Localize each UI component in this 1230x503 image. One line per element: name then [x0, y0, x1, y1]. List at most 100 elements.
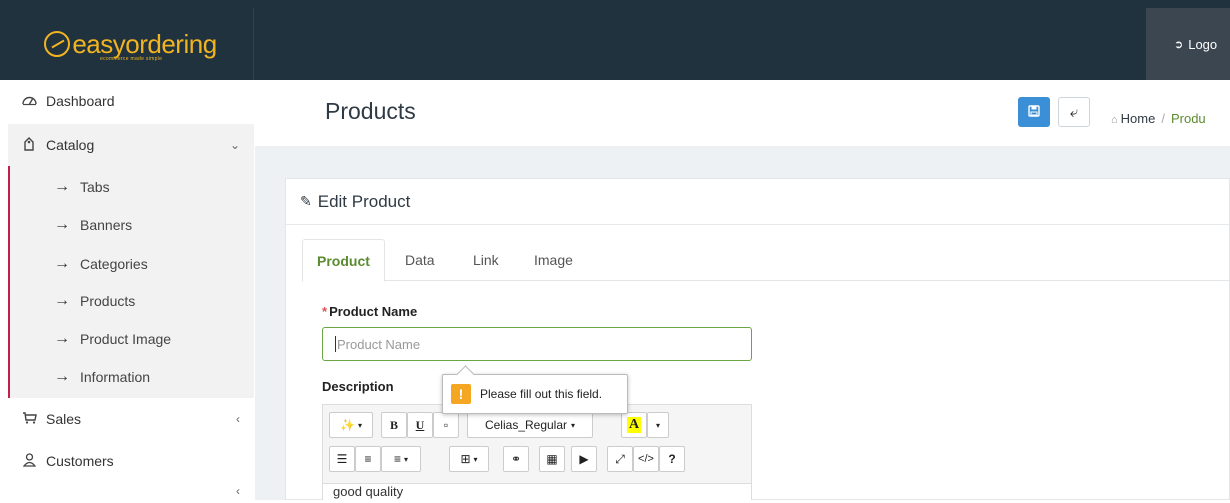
arrow-right-icon: → [54, 255, 70, 272]
link-button[interactable]: ⚭ [503, 446, 529, 472]
logout-button[interactable]: ➲ Logo [1146, 8, 1230, 80]
video-button[interactable]: ▶ [571, 446, 597, 472]
sidebar-subitem-label: Categories [80, 256, 148, 272]
underline-button[interactable]: U [407, 412, 433, 438]
code-view-button[interactable]: </> [633, 446, 659, 472]
card-title: Edit Product [317, 191, 411, 211]
sidebar-item-catalog[interactable]: Catalog ⌄ [8, 124, 254, 166]
sidebar-item-label: Customers [46, 453, 114, 469]
picture-button[interactable]: ▦ [539, 446, 565, 472]
table-dropdown[interactable]: ⊞ ▾ [449, 446, 489, 472]
sidebar-subitem-categories[interactable]: → Categories [10, 245, 254, 283]
tab-image[interactable]: Image [534, 239, 573, 281]
tag-icon [20, 136, 38, 154]
text-color-dropdown[interactable]: ▾ [647, 412, 669, 438]
fullscreen-button[interactable]: ⤢ [607, 446, 633, 472]
arrow-right-icon: → [54, 216, 70, 233]
sidebar-subitem-label: Banners [80, 217, 133, 233]
tab-bar: Product Data Link Image [302, 239, 1230, 282]
product-name-label-text: Product Name [329, 304, 418, 319]
chevron-down-icon: ⌄ [229, 138, 240, 152]
paragraph-dropdown[interactable]: ≡ ▾ [381, 446, 421, 472]
logo[interactable]: easyordering [44, 29, 217, 59]
sidebar-subitem-label: Tabs [80, 179, 110, 195]
page-title: Products [325, 98, 416, 124]
logo-text: easyordering [72, 29, 217, 59]
arrow-right-icon: → [54, 330, 70, 347]
required-marker: * [322, 304, 328, 319]
description-editor-body[interactable]: good quality [323, 483, 751, 503]
sidebar-subitem-information[interactable]: → Information [10, 358, 254, 396]
magic-wand-dropdown[interactable]: ✨ ▾ [329, 412, 373, 438]
sidebar-subitem-product-image[interactable]: → Product Image [10, 320, 254, 358]
text-color-letter: A [626, 417, 642, 433]
sidebar-item-customers[interactable]: Customers [8, 440, 254, 482]
sidebar: Dashboard Catalog ⌄ → Tabs → Banners → C… [8, 80, 254, 500]
link-icon: ⚭ [510, 452, 522, 466]
caret-down-icon: ▾ [357, 420, 362, 430]
sidebar-item-sales[interactable]: Sales ‹ [8, 398, 254, 440]
sidebar-item-label: Dashboard [46, 93, 115, 109]
sidebar-subitem-label: Products [80, 293, 136, 309]
catalog-section: Catalog ⌄ → Tabs → Banners → Categories … [8, 124, 254, 398]
video-icon: ▶ [579, 452, 589, 466]
chevron-left-icon: ‹ [236, 412, 240, 426]
page-header: Products ⤶ ⌂ Home / Produ [255, 80, 1230, 146]
sidebar-item-label: Sales [46, 411, 82, 427]
tab-link[interactable]: Link [473, 239, 499, 281]
card-header: ✎ Edit Product [286, 179, 1230, 225]
breadcrumb-separator: / [1161, 111, 1165, 126]
arrow-right-icon: → [54, 178, 70, 195]
dashboard-icon [20, 94, 38, 109]
sidebar-item-label: Catalog [46, 137, 95, 153]
bold-button[interactable]: B [381, 412, 407, 438]
product-name-label: * Product Name [322, 304, 417, 319]
home-icon: ⌂ [1111, 114, 1118, 126]
caret-down-icon: ▾ [655, 420, 660, 430]
pencil-icon: ✎ [300, 193, 312, 209]
logout-label: Logo [1188, 36, 1218, 52]
save-button[interactable] [1018, 97, 1050, 127]
text-caret [335, 336, 336, 352]
eraser-icon: ▫ [443, 418, 449, 432]
product-name-input[interactable]: Product Name [322, 327, 752, 361]
cart-icon [20, 411, 38, 427]
text-color-button[interactable]: A [621, 412, 647, 438]
reply-arrow-icon: ⤶ [1069, 103, 1079, 121]
validation-message: Please fill out this field. [480, 387, 603, 401]
chevron-left-icon: ‹ [236, 484, 240, 498]
align-icon: ≡ [393, 452, 401, 466]
description-editor: ✨ ▾ B U ▫ Celias_Regular ▾ A ▾ ☰ ≡ ≡ ▾ ⊞ ▾ ⚭… [322, 404, 752, 503]
logo-mark-icon [44, 31, 71, 57]
tab-product[interactable]: Product [302, 239, 385, 282]
description-label: Description [322, 379, 394, 394]
eraser-button[interactable]: ▫ [433, 412, 459, 438]
caret-down-icon: ▾ [404, 454, 409, 464]
bullet-list-icon: ☰ [336, 452, 348, 466]
numbered-list-icon: ≡ [364, 452, 372, 466]
sidebar-subitem-tabs[interactable]: → Tabs [10, 168, 254, 206]
breadcrumb: ⌂ Home / Produ [1111, 111, 1206, 126]
picture-icon: ▦ [546, 452, 558, 466]
sidebar-item-dashboard[interactable]: Dashboard [8, 80, 254, 122]
product-name-placeholder: Product Name [337, 336, 421, 352]
magic-wand-icon: ✨ [340, 418, 355, 432]
validation-tooltip: ! Please fill out this field. [442, 374, 628, 414]
logout-icon: ➲ [1174, 38, 1184, 51]
logo-area[interactable]: easyordering ecommerce made simple [8, 8, 254, 80]
ordered-list-button[interactable]: ≡ [355, 446, 381, 472]
help-button[interactable]: ? [659, 446, 685, 472]
sidebar-subitem-banners[interactable]: → Banners [10, 206, 254, 244]
table-icon: ⊞ [460, 452, 471, 466]
font-family-value: Celias_Regular [484, 418, 568, 432]
caret-down-icon: ▾ [473, 454, 478, 464]
breadcrumb-current[interactable]: Produ [1171, 111, 1206, 126]
logo-tagline: ecommerce made simple [100, 56, 163, 62]
sidebar-item-partial[interactable]: ‹ [8, 482, 254, 500]
tab-data[interactable]: Data [405, 239, 435, 281]
back-button[interactable]: ⤶ [1058, 97, 1090, 127]
sidebar-subitem-products[interactable]: → Products [10, 282, 254, 320]
breadcrumb-home-link[interactable]: Home [1121, 111, 1156, 126]
unordered-list-button[interactable]: ☰ [329, 446, 355, 472]
font-family-select[interactable]: Celias_Regular ▾ [467, 412, 593, 438]
